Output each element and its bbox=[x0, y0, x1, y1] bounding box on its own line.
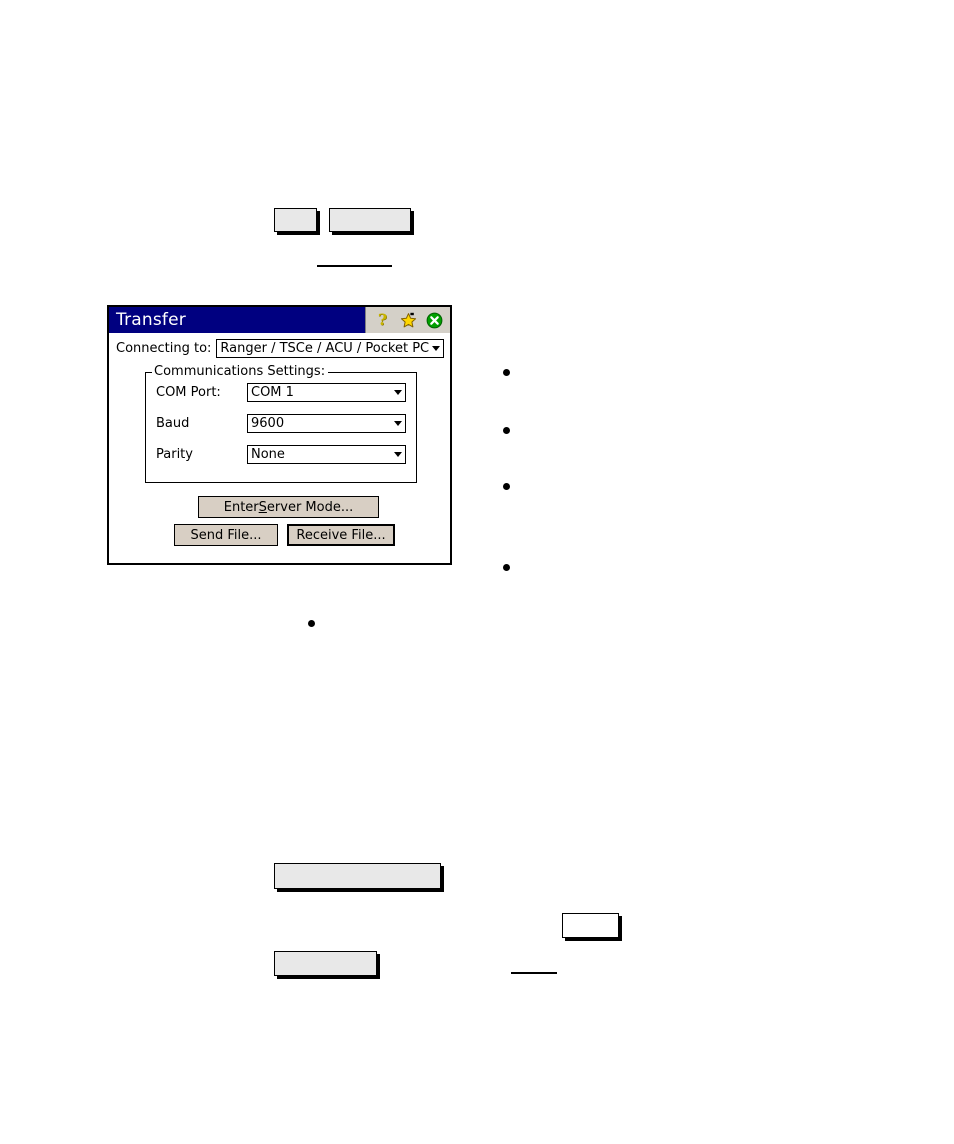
receive-file-button[interactable]: Receive File... bbox=[287, 524, 395, 546]
close-icon[interactable] bbox=[426, 312, 443, 329]
bullet-right-2 bbox=[503, 427, 510, 434]
com-port-value: COM 1 bbox=[251, 385, 294, 400]
chevron-down-icon[interactable] bbox=[391, 421, 405, 426]
enter-server-mode-accel: S bbox=[258, 499, 267, 515]
blank-box-bottom-left bbox=[274, 951, 377, 976]
blank-box-mid-wide bbox=[274, 863, 441, 889]
chevron-down-icon[interactable] bbox=[391, 390, 405, 395]
bullet-center-1 bbox=[308, 620, 315, 627]
chevron-down-icon[interactable] bbox=[429, 346, 443, 351]
favorites-star-icon[interactable] bbox=[400, 312, 417, 329]
connecting-to-row: Connecting to: Ranger / TSCe / ACU / Poc… bbox=[116, 339, 445, 358]
parity-row: Parity None bbox=[156, 445, 406, 464]
chevron-down-icon[interactable] bbox=[391, 452, 405, 457]
dialog-title: Transfer bbox=[116, 310, 186, 330]
transfer-dialog: Transfer ? Connecting to: Ranger / TSCe … bbox=[107, 305, 452, 565]
blank-box-top-left bbox=[274, 208, 317, 232]
dialog-titlebar: Transfer ? bbox=[109, 307, 450, 333]
bullet-right-4 bbox=[503, 564, 510, 571]
parity-value: None bbox=[251, 447, 285, 462]
blank-box-top-right bbox=[329, 208, 411, 232]
rule-upper bbox=[317, 265, 392, 267]
bullet-right-1 bbox=[503, 369, 510, 376]
communications-settings-legend: Communications Settings: bbox=[152, 364, 329, 379]
help-icon[interactable]: ? bbox=[374, 312, 391, 329]
parity-label: Parity bbox=[156, 447, 193, 462]
file-buttons-row: Send File... Receive File... bbox=[116, 524, 443, 546]
bullet-right-3 bbox=[503, 483, 510, 490]
rule-lower bbox=[511, 972, 557, 974]
communications-settings-group: Communications Settings: COM Port: COM 1… bbox=[145, 364, 417, 483]
server-mode-button-row: Enter Server Mode... bbox=[116, 496, 443, 518]
enter-server-mode-prefix: Enter bbox=[223, 499, 259, 515]
enter-server-mode-button[interactable]: Enter Server Mode... bbox=[198, 496, 379, 518]
connecting-to-dropdown[interactable]: Ranger / TSCe / ACU / Pocket PC bbox=[216, 339, 445, 358]
com-port-label: COM Port: bbox=[156, 385, 221, 400]
parity-dropdown[interactable]: None bbox=[247, 445, 406, 464]
connecting-to-label: Connecting to: bbox=[116, 341, 212, 356]
titlebar-icon-tray: ? bbox=[365, 307, 450, 333]
enter-server-mode-suffix: erver Mode... bbox=[266, 499, 354, 515]
dialog-body: Connecting to: Ranger / TSCe / ACU / Poc… bbox=[109, 333, 450, 546]
blank-box-small-right bbox=[562, 913, 619, 938]
baud-dropdown[interactable]: 9600 bbox=[247, 414, 406, 433]
com-port-dropdown[interactable]: COM 1 bbox=[247, 383, 406, 402]
baud-row: Baud 9600 bbox=[156, 414, 406, 433]
connecting-to-value: Ranger / TSCe / ACU / Pocket PC bbox=[220, 341, 430, 356]
baud-label: Baud bbox=[156, 416, 190, 431]
baud-value: 9600 bbox=[251, 416, 285, 431]
com-port-row: COM Port: COM 1 bbox=[156, 383, 406, 402]
send-file-button[interactable]: Send File... bbox=[174, 524, 278, 546]
